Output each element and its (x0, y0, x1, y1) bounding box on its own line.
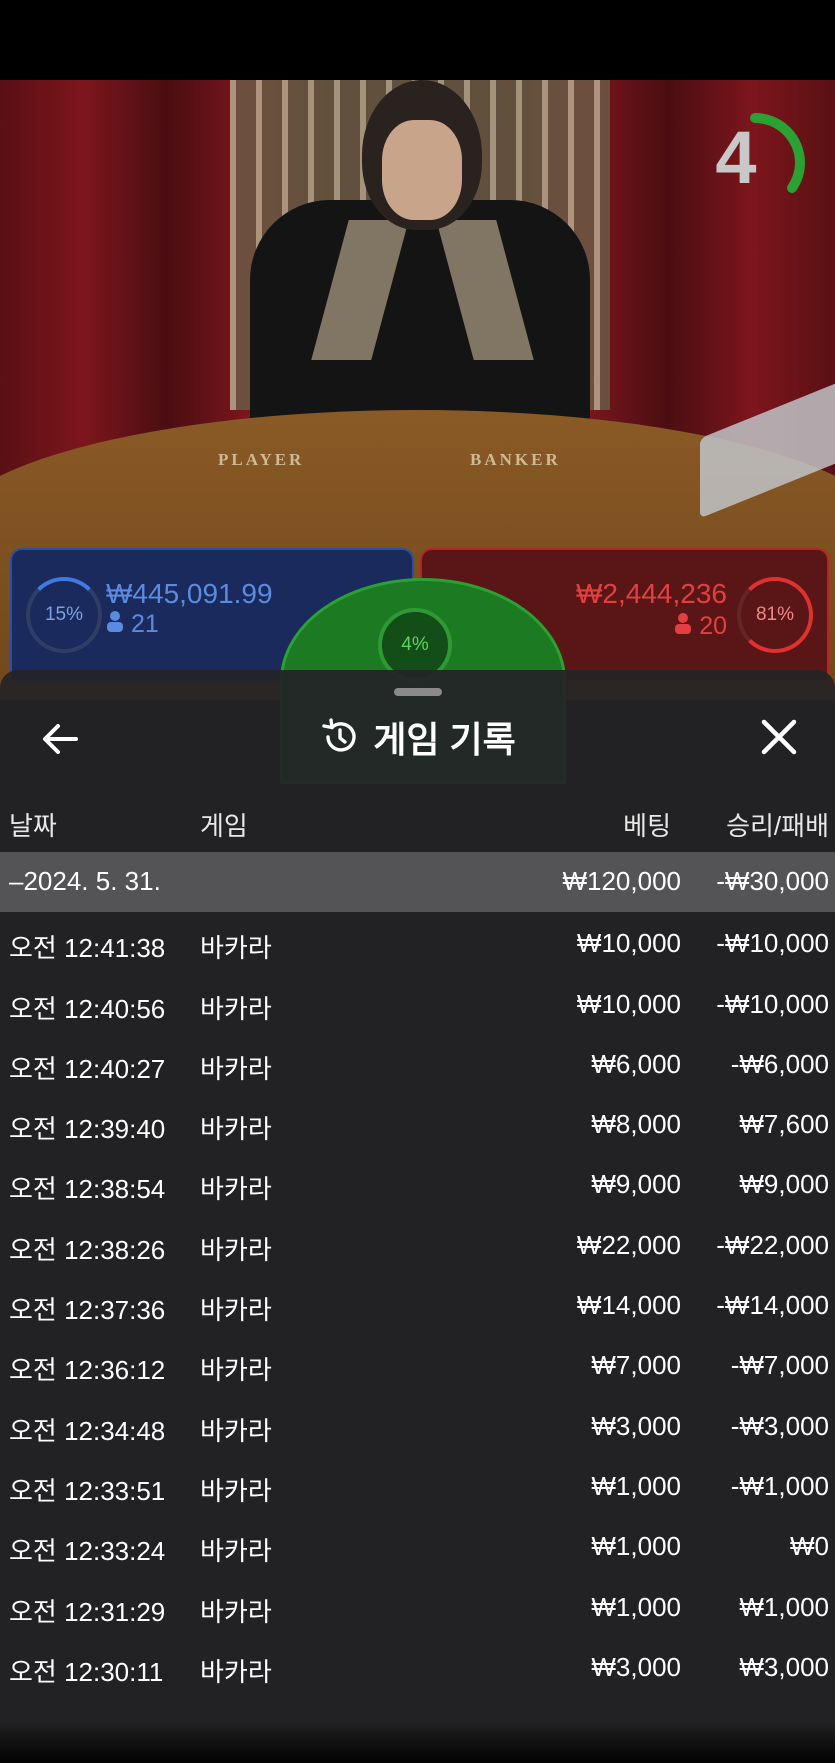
banker-total-amount: ₩2,444,236 (576, 578, 727, 609)
row-date: 오전 12:40:56 (9, 993, 166, 1024)
player-percent: 15% (26, 577, 102, 653)
table-row[interactable]: 오전 12:38:54 바카라 ₩9,000 ₩9,000 (0, 1153, 835, 1213)
row-result: -₩14,000 (716, 1290, 829, 1321)
row-game: 바카라 (200, 1355, 272, 1386)
row-date: 오전 12:38:54 (9, 1174, 166, 1205)
row-result: -₩7,000 (730, 1350, 829, 1381)
row-bet: ₩6,000 (591, 1048, 681, 1079)
table-row[interactable]: 오전 12:40:56 바카라 ₩10,000 -₩10,000 (0, 973, 835, 1033)
table-row[interactable]: 오전 12:37:36 바카라 ₩14,000 -₩14,000 (0, 1274, 835, 1334)
player-count-value: 21 (130, 610, 159, 638)
group-date: –2024. 5. 31. (9, 866, 161, 896)
close-icon[interactable] (756, 714, 802, 760)
row-game: 바카라 (200, 1114, 272, 1145)
row-date: 오전 12:31:29 (9, 1596, 166, 1627)
row-game: 바카라 (200, 1596, 272, 1627)
row-bet: ₩3,000 (591, 1651, 681, 1682)
row-date: 오전 12:34:48 (9, 1415, 166, 1446)
table-row[interactable]: 오전 12:39:40 바카라 ₩8,000 ₩7,600 (0, 1093, 835, 1153)
row-result: -₩10,000 (716, 928, 829, 959)
row-bet: ₩22,000 (576, 1229, 681, 1260)
column-header-bet: 베팅 (623, 811, 671, 841)
person-icon (675, 613, 692, 634)
banker-count-value: 20 (699, 612, 727, 640)
row-game: 바카라 (200, 1536, 272, 1567)
row-game: 바카라 (200, 1415, 272, 1446)
row-date: 오전 12:33:24 (9, 1536, 166, 1567)
table-row[interactable]: 오전 12:33:51 바카라 ₩1,000 -₩1,000 (0, 1455, 835, 1515)
history-icon (322, 718, 356, 752)
row-date: 오전 12:41:38 (9, 933, 166, 964)
row-bet: ₩9,000 (591, 1169, 681, 1200)
table-row[interactable]: 오전 12:38:26 바카라 ₩22,000 -₩22,000 (0, 1214, 835, 1274)
player-count: 21 (106, 610, 159, 639)
table-row[interactable]: 오전 12:40:27 바카라 ₩6,000 -₩6,000 (0, 1033, 835, 1093)
sheet-drag-handle[interactable] (394, 688, 442, 696)
row-result: -₩10,000 (716, 988, 829, 1019)
date-group-row[interactable]: –2024. 5. 31. ₩120,000 -₩30,000 (0, 852, 835, 913)
countdown-timer: 4 (715, 116, 757, 199)
row-bet: ₩1,000 (591, 1470, 681, 1501)
row-result: ₩3,000 (739, 1651, 829, 1682)
table-row[interactable]: 오전 12:34:48 바카라 ₩3,000 -₩3,000 (0, 1395, 835, 1455)
row-game: 바카라 (200, 1174, 272, 1205)
row-date: 오전 12:39:40 (9, 1114, 166, 1145)
row-bet: ₩10,000 (576, 988, 681, 1019)
bet-summary: 15% ₩445,091.99 21 81% ₩2,444,236 20 4% (10, 548, 829, 784)
row-result: ₩1,000 (739, 1591, 829, 1622)
row-result: ₩7,600 (739, 1109, 829, 1140)
row-game: 바카라 (200, 1295, 272, 1326)
table-row[interactable]: 오전 12:36:12 바카라 ₩7,000 -₩7,000 (0, 1334, 835, 1394)
row-game: 바카라 (200, 993, 272, 1024)
row-date: 오전 12:30:11 (9, 1656, 164, 1687)
row-game: 바카라 (200, 933, 272, 964)
banker-count: 20 (674, 612, 727, 641)
row-bet: ₩14,000 (576, 1290, 681, 1321)
table-label-player: PLAYER (218, 450, 305, 469)
bottom-fade (0, 1720, 835, 1763)
row-date: 오전 12:38:26 (9, 1234, 166, 1265)
row-result: ₩0 (790, 1531, 829, 1562)
row-game: 바카라 (200, 1234, 272, 1265)
row-game: 바카라 (200, 1053, 272, 1084)
row-bet: ₩3,000 (591, 1410, 681, 1441)
row-game: 바카라 (200, 1475, 272, 1506)
column-header-game: 게임 (200, 811, 248, 841)
row-result: -₩6,000 (730, 1048, 829, 1079)
row-game: 바카라 (200, 1656, 272, 1687)
banker-percent: 81% (737, 577, 813, 653)
row-bet: ₩10,000 (576, 928, 681, 959)
table-row[interactable]: 오전 12:33:24 바카라 ₩1,000 ₩0 (0, 1515, 835, 1575)
column-header-result: 승리/패배 (726, 811, 829, 841)
table-row[interactable]: 오전 12:41:38 바카라 ₩10,000 -₩10,000 (0, 912, 835, 972)
row-bet: ₩8,000 (591, 1109, 681, 1140)
group-result-total: -₩30,000 (716, 866, 829, 896)
row-result: -₩3,000 (730, 1410, 829, 1441)
row-date: 오전 12:40:27 (9, 1053, 166, 1084)
row-bet: ₩7,000 (591, 1350, 681, 1381)
row-date: 오전 12:36:12 (9, 1355, 166, 1386)
row-bet: ₩1,000 (591, 1591, 681, 1622)
page-title: 게임 기록 (373, 719, 516, 760)
table-label-banker: BANKER (470, 450, 561, 469)
table-row[interactable]: 오전 12:31:29 바카라 ₩1,000 ₩1,000 (0, 1576, 835, 1636)
row-result: ₩9,000 (739, 1169, 829, 1200)
person-icon (107, 611, 123, 632)
history-table: –2024. 5. 31. ₩120,000 -₩30,000 오전 12:41… (0, 852, 835, 1696)
row-date: 오전 12:37:36 (9, 1295, 166, 1326)
row-result: -₩1,000 (730, 1470, 829, 1501)
row-bet: ₩1,000 (591, 1531, 681, 1562)
dealer-face (382, 120, 462, 220)
column-header-date: 날짜 (9, 811, 57, 841)
group-bet-total: ₩120,000 (562, 866, 681, 896)
row-date: 오전 12:33:51 (9, 1475, 166, 1506)
sheet-header: 게임 기록 (0, 712, 835, 762)
row-result: -₩22,000 (716, 1229, 829, 1260)
player-total-amount: ₩445,091.99 (106, 578, 273, 609)
table-row[interactable]: 오전 12:30:11 바카라 ₩3,000 ₩3,000 (0, 1636, 835, 1696)
